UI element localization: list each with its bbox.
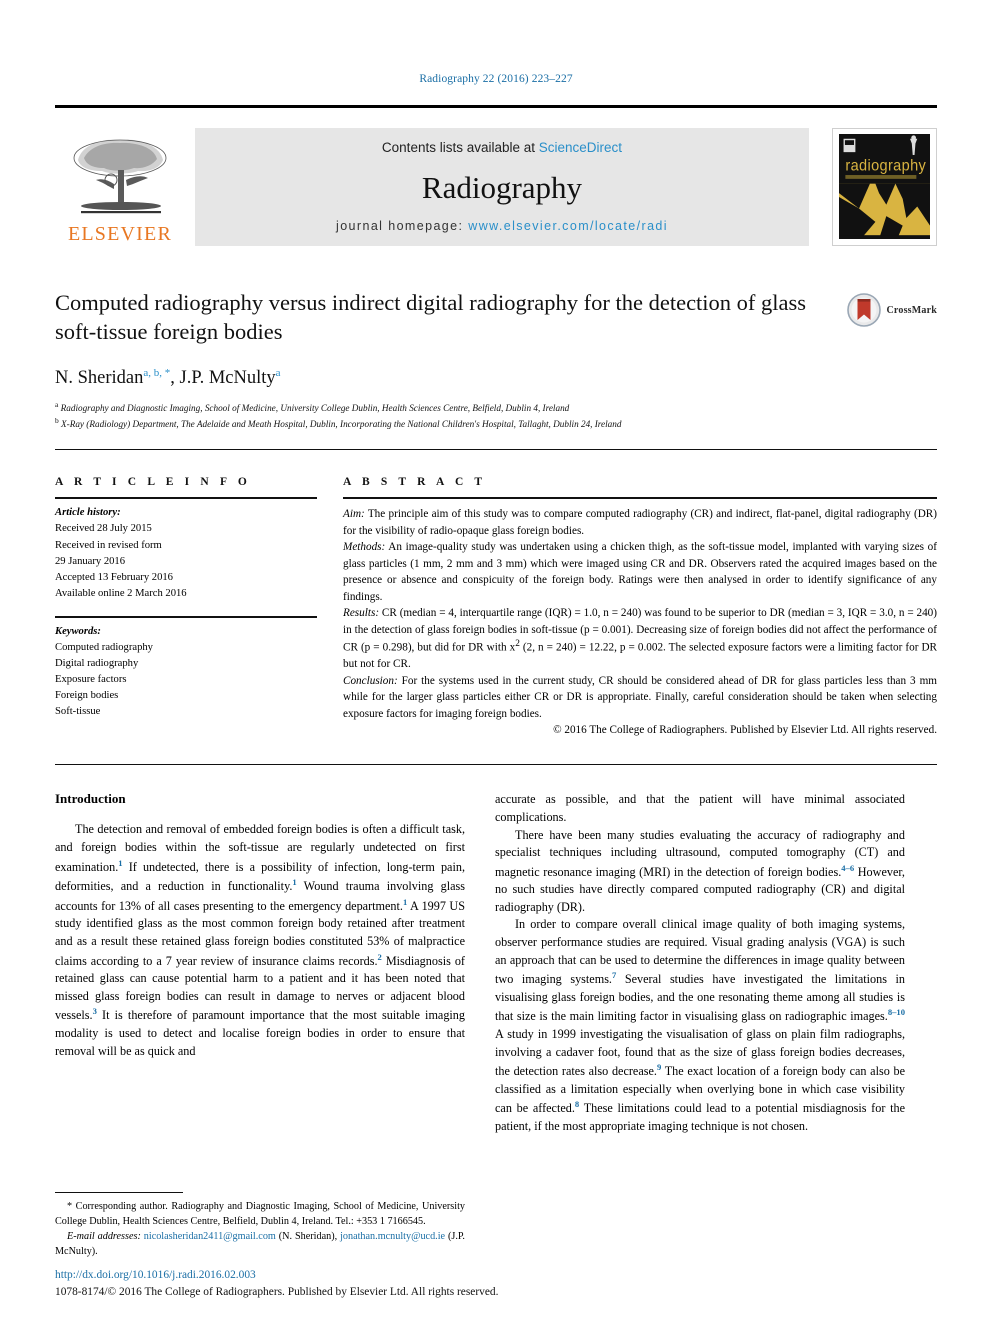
keyword-item: Foreign bodies	[55, 690, 119, 702]
crossmark-label: CrossMark	[886, 304, 937, 316]
homepage-prefix: journal homepage:	[336, 219, 464, 233]
title-bottom-rule	[55, 449, 937, 451]
keyword-item: Exposure factors	[55, 674, 127, 686]
abstract-heading: A B S T R A C T	[343, 476, 487, 489]
keyword-item: Soft-tissue	[55, 706, 101, 718]
abstract-conclusion-label: Conclusion:	[343, 674, 398, 687]
paragraph: The detection and removal of embedded fo…	[55, 821, 465, 1060]
paragraph: In order to compare overall clinical ima…	[495, 916, 905, 1135]
article-history: Article history: Received 28 July 2015 R…	[55, 499, 317, 602]
article-page: Radiography 22 (2016) 223–227 ELSEVIER C…	[0, 0, 992, 1323]
cover-artwork-icon: radiography	[839, 134, 930, 239]
corresponding-author-note: * Corresponding author. Radiography and …	[55, 1200, 465, 1230]
abstract-column: A B S T R A C T Aim: The principle aim o…	[343, 476, 937, 738]
email-link-1[interactable]: nicolasheridan2411@gmail.com	[144, 1231, 276, 1242]
abstract-methods-text: An image-quality study was undertaken us…	[343, 541, 937, 603]
keyword-item: Computed radiography	[55, 642, 153, 654]
history-item: Received 28 July 2015	[55, 523, 152, 535]
abstract-conclusion-text: For the systems used in the current stud…	[343, 674, 937, 720]
info-abstract-section: A R T I C L E I N F O Article history: R…	[55, 476, 937, 738]
email-link-2[interactable]: jonathan.mcnulty@ucd.ie	[340, 1231, 445, 1242]
contents-prefix: Contents lists available at	[381, 140, 536, 155]
introduction-text-left: The detection and removal of embedded fo…	[55, 821, 465, 1060]
crossmark-icon	[847, 293, 882, 327]
homepage-url-link[interactable]: www.elsevier.com/locate/radi	[468, 219, 668, 233]
keyword-item: Digital radiography	[55, 658, 139, 670]
reference-marker[interactable]: 8–10	[888, 1007, 905, 1017]
article-info-heading: A R T I C L E I N F O	[55, 476, 251, 489]
homepage-line: journal homepage: www.elsevier.com/locat…	[336, 219, 668, 233]
introduction-text-right: accurate as possible, and that the patie…	[495, 791, 905, 1135]
title-block: CrossMark Computed radiography versus in…	[55, 289, 937, 431]
journal-title: Radiography	[421, 169, 583, 205]
abstract-methods: Methods: An image-quality study was unde…	[343, 539, 937, 605]
issn-copyright: 1078-8174/© 2016 The College of Radiogra…	[55, 1285, 499, 1298]
history-item: Accepted 13 February 2016	[55, 571, 173, 583]
paragraph: There have been many studies evaluating …	[495, 827, 905, 917]
elsevier-tree-icon	[73, 139, 167, 214]
affiliation-b: b X-Ray (Radiology) Department, The Adel…	[55, 415, 937, 431]
journal-banner: Contents lists available at ScienceDirec…	[195, 128, 809, 246]
footnote-body: * Corresponding author. Radiography and …	[55, 1200, 465, 1260]
history-item: Received in revised form	[55, 539, 162, 551]
introduction-heading: Introduction	[55, 791, 126, 807]
affiliation-a-text: Radiography and Diagnostic Imaging, Scho…	[60, 402, 570, 413]
sciencedirect-link[interactable]: ScienceDirect	[539, 140, 622, 155]
author-separator: ,	[170, 367, 180, 388]
running-head: Radiography 22 (2016) 223–227	[419, 73, 573, 85]
affiliation-a: a Radiography and Diagnostic Imaging, Sc…	[55, 399, 937, 415]
affiliation-b-marker: b	[55, 416, 59, 426]
affiliation-b-text: X-Ray (Radiology) Department, The Adelai…	[61, 419, 622, 430]
author-1-name: N. Sheridan	[55, 367, 144, 388]
body-column-left: Introduction The detection and removal o…	[55, 791, 465, 1135]
author-2-name: J.P. McNulty	[179, 367, 276, 388]
abstract-aim-label: Aim:	[343, 508, 365, 521]
body-column-right: accurate as possible, and that the patie…	[495, 791, 905, 1135]
affiliations: a Radiography and Diagnostic Imaging, Sc…	[55, 399, 937, 432]
abstract-conclusion: Conclusion: For the systems used in the …	[343, 673, 937, 722]
author-2-affil-marker[interactable]: a	[276, 367, 281, 379]
article-history-label: Article history:	[55, 507, 121, 519]
corresponding-text: Corresponding author. Radiography and Di…	[55, 1201, 465, 1228]
contents-line: Contents lists available at ScienceDirec…	[382, 140, 622, 155]
page-footer: http://dx.doi.org/10.1016/j.radi.2016.02…	[55, 1268, 655, 1301]
journal-cover-thumbnail: radiography	[819, 128, 937, 246]
email-label: E-mail addresses:	[67, 1231, 141, 1243]
history-item: 29 January 2016	[55, 555, 126, 567]
keywords-block: Keywords: Computed radiography Digital r…	[55, 618, 317, 721]
keywords-label: Keywords:	[55, 625, 101, 637]
doi-link[interactable]: http://dx.doi.org/10.1016/j.radi.2016.02…	[55, 1268, 655, 1284]
reference-marker[interactable]: 4–6	[841, 863, 854, 873]
abstract-body: Aim: The principle aim of this study was…	[343, 499, 937, 738]
abstract-bottom-rule	[55, 764, 937, 766]
abstract-results: Results: CR (median = 4, interquartile r…	[343, 605, 937, 673]
email-note: E-mail addresses: nicolasheridan2411@gma…	[55, 1230, 465, 1260]
svg-text:radiography: radiography	[845, 157, 926, 174]
masthead-top-rule	[55, 105, 937, 108]
affiliation-a-marker: a	[55, 399, 59, 409]
email-owner-1: (N. Sheridan),	[275, 1231, 341, 1243]
footnotes: * Corresponding author. Radiography and …	[55, 1192, 465, 1260]
intro-seg-6: It is therefore of paramount importance …	[55, 1008, 465, 1058]
abstract-aim: Aim: The principle aim of this study was…	[343, 506, 937, 539]
elsevier-logo: ELSEVIER	[55, 128, 185, 246]
history-item: Available online 2 March 2016	[55, 587, 187, 599]
abstract-aim-text: The principle aim of this study was to c…	[343, 508, 937, 537]
crossmark-badge[interactable]: CrossMark	[847, 293, 937, 327]
elsevier-wordmark: ELSEVIER	[67, 223, 173, 245]
paragraph: accurate as possible, and that the patie…	[495, 792, 905, 825]
author-list: N. Sheridana, b, *, J.P. McNultya	[55, 367, 937, 389]
footnote-rule	[55, 1192, 183, 1194]
abstract-copyright: © 2016 The College of Radiographers. Pub…	[553, 724, 937, 736]
journal-masthead: ELSEVIER Contents lists available at Sci…	[55, 128, 937, 249]
abstract-results-label: Results:	[343, 607, 380, 620]
page-title: Computed radiography versus indirect dig…	[55, 290, 807, 344]
article-info-column: A R T I C L E I N F O Article history: R…	[55, 476, 317, 738]
article-body: Introduction The detection and removal o…	[55, 791, 937, 1135]
abstract-methods-label: Methods:	[343, 541, 386, 554]
author-1-affil-marker[interactable]: a, b, *	[143, 367, 170, 379]
